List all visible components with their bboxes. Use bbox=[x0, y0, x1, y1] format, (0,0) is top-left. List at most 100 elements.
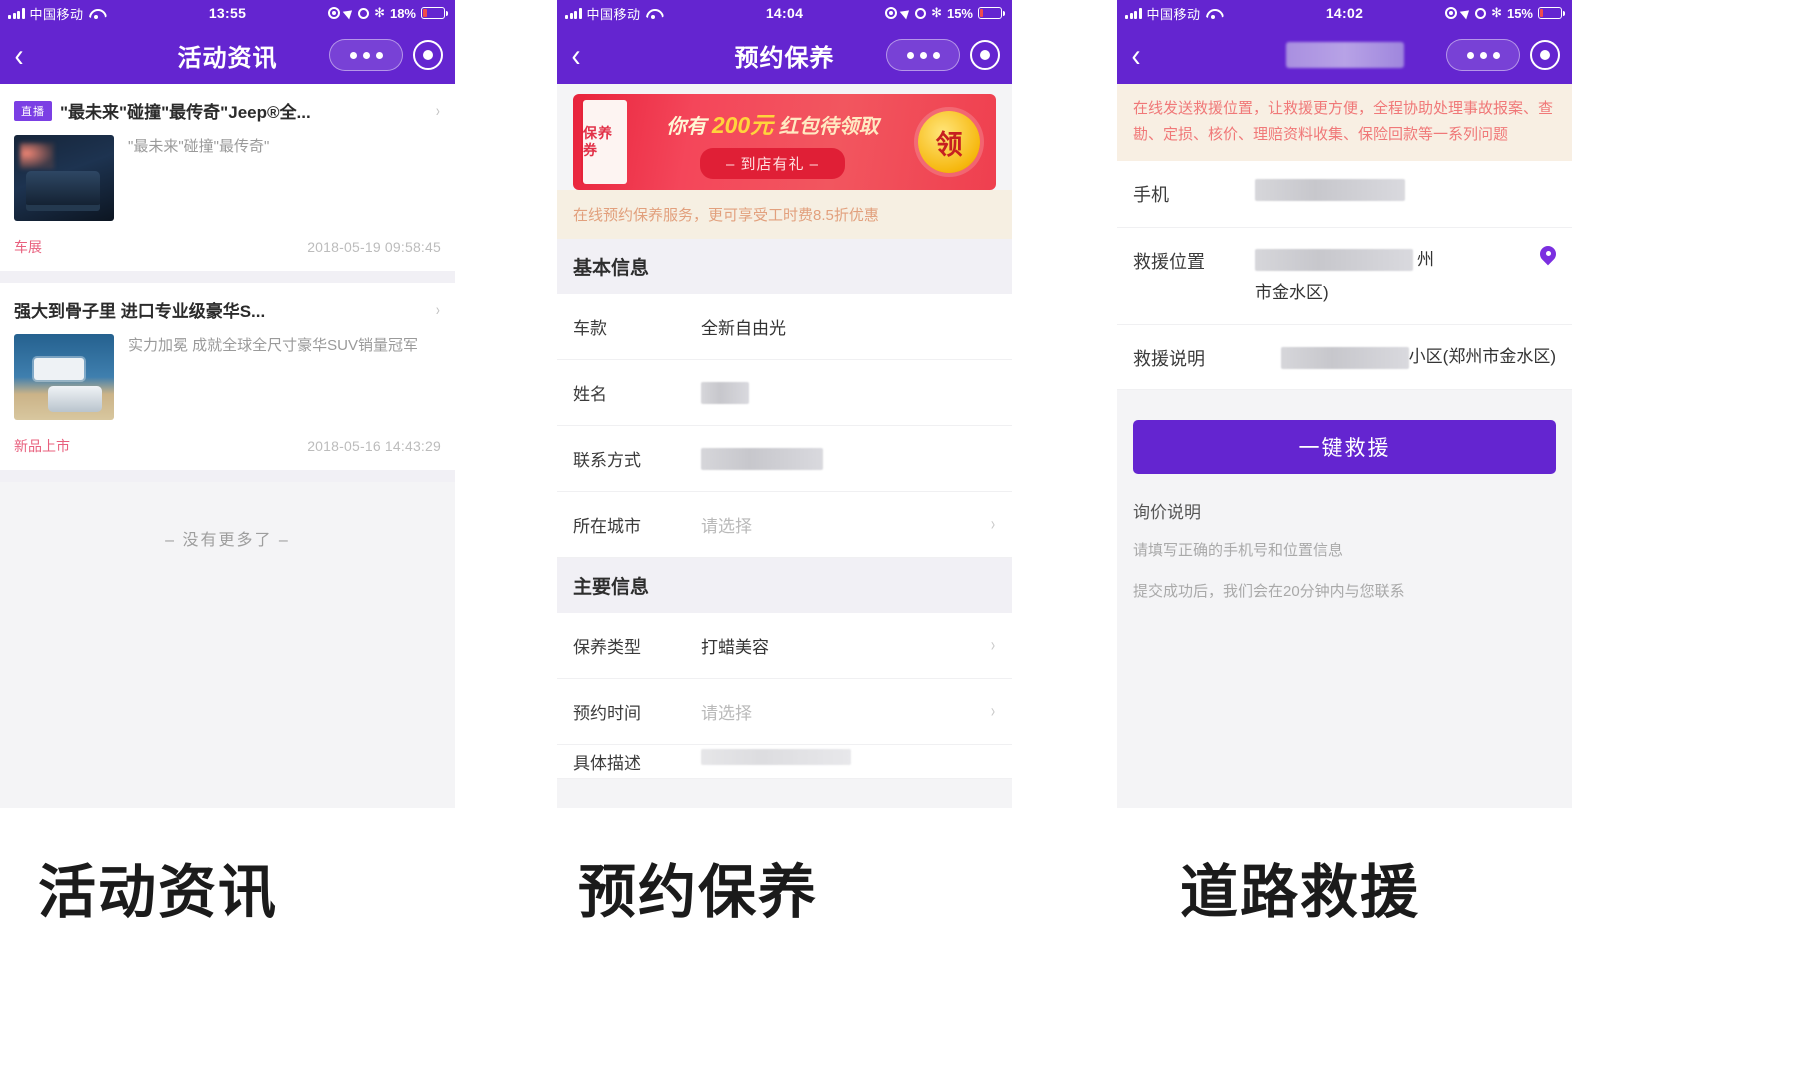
bluetooth-icon: ✻ bbox=[1491, 5, 1502, 20]
rescue-form: 在线发送救援位置，让救援更方便，全程协助处理事故报案、查勘、定损、核价、理赔资料… bbox=[1117, 84, 1572, 622]
row-value-mixed: 州 市金水区) bbox=[1255, 246, 1532, 306]
news-timestamp: 2018-05-19 09:58:45 bbox=[307, 239, 441, 255]
alarm-icon bbox=[358, 7, 370, 19]
row-placeholder: 请选择 bbox=[701, 517, 752, 536]
row-value-suffix: 小区(郑州市金水区) bbox=[1408, 347, 1556, 367]
news-item[interactable]: 强大到骨子里 进口专业级豪华S... › 实力加冕 成就全球全尺寸豪华SUV销量… bbox=[0, 283, 455, 470]
form-row-name[interactable]: 姓名 bbox=[557, 360, 1012, 426]
row-placeholder: 请选择 bbox=[701, 704, 752, 723]
row-value-masked bbox=[701, 749, 851, 765]
row-value: 打蜡美容 bbox=[701, 638, 769, 657]
back-button[interactable]: ‹ bbox=[572, 39, 601, 71]
form-row-phone[interactable]: 手机 bbox=[1117, 161, 1572, 229]
form-row-contact[interactable]: 联系方式 bbox=[557, 426, 1012, 492]
promo-strip: 在线预约保养服务，更可享受工时费8.5折优惠 bbox=[557, 190, 1012, 239]
row-value-masked bbox=[701, 381, 749, 404]
row-value-masked bbox=[1280, 346, 1409, 369]
close-target-icon[interactable] bbox=[970, 40, 1000, 70]
form-row-car-model[interactable]: 车款 全新自由光 bbox=[557, 294, 1012, 360]
coupon-banner[interactable]: 保养券 你有 200元 红包待领取 – 到店有礼 – 领 bbox=[573, 94, 996, 190]
news-thumbnail bbox=[14, 135, 114, 221]
form-row-appointment-time[interactable]: 预约时间 请选择 › bbox=[557, 679, 1012, 745]
form-row-description[interactable]: 具体描述 bbox=[557, 745, 1012, 779]
more-menu-button[interactable] bbox=[886, 39, 960, 71]
row-label: 救援说明 bbox=[1133, 349, 1205, 370]
row-value-masked bbox=[701, 447, 823, 470]
list-divider bbox=[0, 470, 455, 482]
maintenance-form: 保养券 你有 200元 红包待领取 – 到店有礼 – 领 在线预约保养服务，更可… bbox=[557, 84, 1012, 779]
row-label: 所在城市 bbox=[573, 517, 641, 536]
notes-line: 请填写正确的手机号和位置信息 bbox=[1133, 542, 1344, 560]
form-row-city[interactable]: 所在城市 请选择 › bbox=[557, 492, 1012, 558]
navigation-arrow-icon bbox=[342, 6, 356, 20]
news-timestamp: 2018-05-16 14:43:29 bbox=[307, 438, 441, 454]
rescue-button-area: 一键救援 bbox=[1117, 390, 1572, 493]
row-value-line2: 市金水区) bbox=[1255, 282, 1329, 302]
battery-icon bbox=[421, 7, 448, 19]
chevron-right-icon: › bbox=[990, 514, 996, 534]
more-menu-button[interactable] bbox=[1446, 39, 1520, 71]
chevron-right-icon: › bbox=[436, 299, 441, 319]
news-list: 直播 "最未来"碰撞"最传奇"Jeep®全... › "最未来"碰撞"最传奇" … bbox=[0, 84, 455, 550]
one-key-rescue-button[interactable]: 一键救援 bbox=[1133, 420, 1556, 475]
claim-badge[interactable]: 领 bbox=[918, 111, 980, 173]
nav-bar: ‹ bbox=[1117, 26, 1572, 84]
row-label: 预约时间 bbox=[573, 704, 641, 723]
row-value-suffix: 州 bbox=[1417, 250, 1434, 270]
back-button[interactable]: ‹ bbox=[1132, 39, 1161, 71]
news-item-desc: 实力加冕 成就全球全尺寸豪华SUV销量冠军 bbox=[128, 337, 419, 354]
notes-title: 询价说明 bbox=[1133, 503, 1201, 523]
news-category: 新品上市 bbox=[14, 438, 70, 454]
battery-label: 15% bbox=[1506, 5, 1533, 21]
close-target-icon[interactable] bbox=[1530, 40, 1560, 70]
row-value: 全新自由光 bbox=[701, 319, 786, 338]
banner-cta-button[interactable]: – 到店有礼 – bbox=[699, 147, 846, 179]
rescue-notes: 询价说明 请填写正确的手机号和位置信息 提交成功后，我们会在20分钟内与您联系 bbox=[1117, 492, 1572, 622]
news-item-desc: "最未来"碰撞"最传奇" bbox=[128, 138, 270, 155]
live-tag: 直播 bbox=[14, 100, 52, 121]
chevron-right-icon: › bbox=[436, 100, 441, 120]
news-item-title: 强大到骨子里 进口专业级豪华S... bbox=[14, 302, 266, 321]
row-label: 联系方式 bbox=[573, 451, 641, 470]
page-title-masked bbox=[1285, 42, 1404, 68]
wechat-capsule bbox=[1446, 39, 1560, 71]
chevron-right-icon: › bbox=[990, 635, 996, 655]
coupon-banner-wrap: 保养券 你有 200元 红包待领取 – 到店有礼 – 领 bbox=[557, 84, 1012, 190]
form-row-rescue-location[interactable]: 救援位置 州 市金水区) bbox=[1117, 228, 1572, 326]
status-bar: 中国移动 14:02 ✻ 15% bbox=[1117, 0, 1572, 26]
news-item-footer: 新品上市 2018-05-16 14:43:29 bbox=[14, 426, 441, 470]
status-right: ✻ 15% bbox=[885, 5, 1005, 21]
back-button[interactable]: ‹ bbox=[15, 39, 44, 71]
news-item[interactable]: 直播 "最未来"碰撞"最传奇"Jeep®全... › "最未来"碰撞"最传奇" … bbox=[0, 84, 455, 271]
phone-screen-news: 中国移动 13:55 ✻ 18% ‹ 活动资讯 直播 "最未来"碰撞"最传奇"J… bbox=[0, 0, 455, 808]
status-right: ✻ 15% bbox=[1445, 5, 1565, 21]
end-of-list-text: – 没有更多了 – bbox=[165, 532, 290, 549]
caption-rescue: 道路救援 bbox=[1180, 860, 1421, 925]
screenshot-stage: 中国移动 13:55 ✻ 18% ‹ 活动资讯 直播 "最未来"碰撞"最传奇"J… bbox=[0, 0, 1808, 1080]
location-circle-icon bbox=[1445, 7, 1458, 19]
banner-headline-prefix: 你有 bbox=[666, 115, 707, 138]
form-row-service-type[interactable]: 保养类型 打蜡美容 › bbox=[557, 613, 1012, 679]
battery-icon bbox=[978, 7, 1005, 19]
news-item-header: 直播 "最未来"碰撞"最传奇"Jeep®全... › bbox=[14, 98, 441, 123]
more-menu-button[interactable] bbox=[329, 39, 403, 71]
close-target-icon[interactable] bbox=[413, 40, 443, 70]
map-pin-icon[interactable] bbox=[1540, 246, 1556, 268]
row-label: 保养类型 bbox=[573, 638, 641, 657]
battery-label: 18% bbox=[389, 5, 416, 21]
location-circle-icon bbox=[885, 7, 898, 19]
bluetooth-icon: ✻ bbox=[931, 5, 942, 20]
banner-amount: 200元 bbox=[711, 111, 774, 138]
section-header-basic: 基本信息 bbox=[557, 239, 1012, 294]
banner-headline-suffix: 红包待领取 bbox=[778, 115, 879, 138]
caption-maintenance: 预约保养 bbox=[578, 860, 819, 925]
row-label: 手机 bbox=[1133, 185, 1169, 205]
row-label: 具体描述 bbox=[573, 754, 641, 773]
form-row-rescue-desc[interactable]: 救援说明 小区(郑州市金水区) bbox=[1117, 325, 1572, 391]
row-value-mixed: 小区(郑州市金水区) bbox=[1255, 343, 1556, 370]
wechat-capsule bbox=[886, 39, 1000, 71]
navigation-arrow-icon bbox=[1459, 6, 1473, 20]
notes-line: 提交成功后，我们会在20分钟内与您联系 bbox=[1133, 583, 1405, 601]
banner-headline: 你有 200元 红包待领取 bbox=[666, 106, 879, 140]
wechat-capsule bbox=[329, 39, 443, 71]
